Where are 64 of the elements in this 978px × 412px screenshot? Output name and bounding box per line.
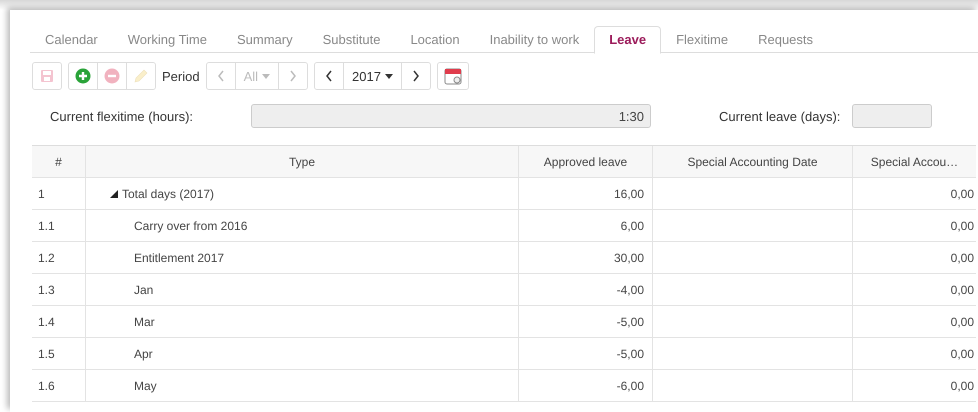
chevron-left-icon	[325, 70, 334, 82]
tab[interactable]: Requests	[743, 26, 828, 54]
calendar-button[interactable]	[436, 62, 469, 90]
tab[interactable]: Inability to work	[474, 26, 594, 54]
caret-icon	[384, 74, 393, 78]
tab[interactable]: Substitute	[308, 26, 396, 54]
table-cell-text: 1	[37, 186, 46, 202]
table-cell: -4,00	[518, 274, 652, 305]
chevron-right-icon	[412, 70, 420, 82]
table-cell: -5,00	[518, 338, 652, 369]
field-label: Current flexitime (hours):	[50, 108, 194, 124]
column-header[interactable]: #	[32, 146, 85, 177]
table-cell: 0,00	[852, 338, 976, 369]
table-cell-text: 1.4	[37, 314, 56, 330]
table-cell: Carry over from 2016	[85, 210, 518, 241]
expanded-triangle-icon[interactable]	[110, 190, 118, 198]
leave-field[interactable]	[852, 104, 932, 128]
table-cell: Mar	[85, 306, 518, 337]
tab[interactable]: Flexitime	[661, 26, 744, 54]
calendar-icon	[444, 67, 462, 85]
table-cell-text: 1.6	[37, 378, 56, 394]
column-header[interactable]: Type	[85, 146, 518, 177]
table-cell: Entitlement 2017	[85, 242, 518, 273]
add-button[interactable]	[68, 62, 98, 90]
previous-button[interactable]	[314, 62, 344, 90]
tab[interactable]: Summary	[222, 26, 308, 54]
pencil-icon	[133, 68, 149, 84]
table-cell: 30,00	[518, 242, 652, 273]
table-cell: -5,00	[518, 306, 652, 337]
column-header[interactable]: Approved leave	[518, 146, 652, 177]
field-label: Current leave (days):	[719, 108, 840, 124]
tab[interactable]: Calendar	[30, 26, 113, 54]
table-cell: 0,00	[852, 242, 976, 273]
tab[interactable]: Leave	[594, 26, 662, 54]
table-cell-text: 1.2	[37, 250, 56, 266]
table-cell: 16,00	[518, 178, 652, 209]
tab[interactable]: Location	[395, 26, 475, 54]
table-cell: 0,00	[852, 370, 976, 401]
chevron-left-icon	[216, 70, 225, 82]
table-cell-text: 1.1	[37, 218, 56, 234]
table-cell: Jan	[85, 274, 518, 305]
flexitime-field[interactable]: 1:30	[251, 104, 651, 128]
dropdown-button[interactable]: 2017	[343, 62, 402, 90]
table-cell: 0,00	[852, 178, 976, 209]
table-cell-text: 1.5	[37, 346, 56, 362]
table-cell: Apr	[85, 338, 518, 369]
period-label: Period	[162, 68, 200, 84]
tree-label: Total days (2017)	[122, 186, 214, 200]
column-header[interactable]: Special Accou…	[852, 146, 976, 177]
tab[interactable]: Working Time	[112, 26, 222, 54]
save-icon	[40, 69, 54, 83]
table-cell: 6,00	[518, 210, 652, 241]
chevron-right-icon	[289, 70, 298, 82]
minus-icon	[104, 68, 120, 84]
table-cell: 0,00	[852, 306, 976, 337]
table-cell: May	[85, 370, 518, 401]
caret-icon	[262, 74, 270, 78]
table-cell: 0,00	[852, 274, 976, 305]
table-cell-text: 1.3	[37, 282, 56, 298]
column-header[interactable]: Special Accounting Date	[652, 146, 852, 177]
plus-icon	[75, 68, 91, 84]
table-cell: -6,00	[518, 370, 652, 401]
table-cell: 0,00	[852, 210, 976, 241]
next-button[interactable]	[400, 62, 431, 90]
